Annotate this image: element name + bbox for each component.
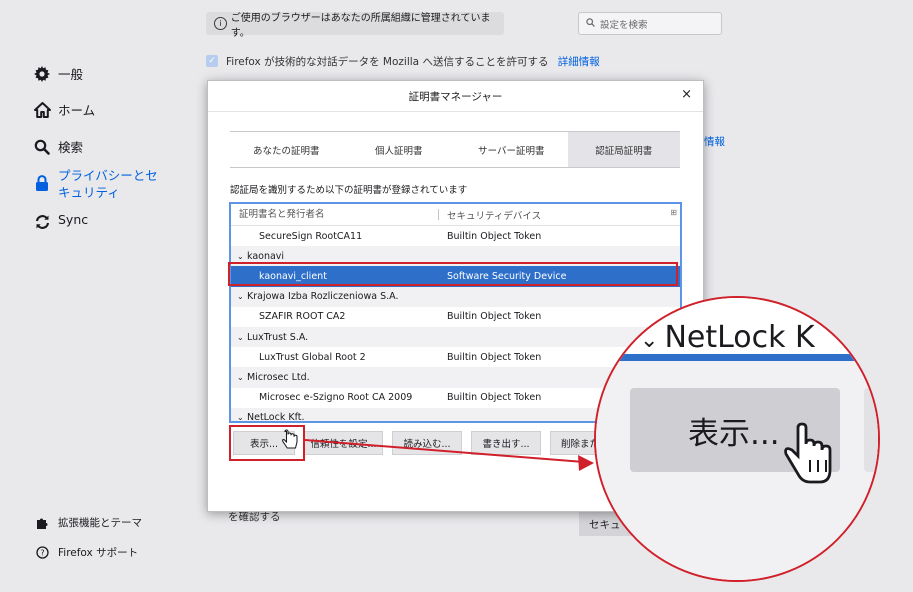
tree-row-device: Builtin Object Token bbox=[447, 230, 542, 242]
chevron-down-icon: ⌄ bbox=[640, 328, 659, 353]
chevron-down-icon[interactable]: ⌄ bbox=[237, 373, 247, 382]
sidebar-item-label: Sync bbox=[58, 212, 89, 227]
column-picker-icon[interactable]: ⊞ bbox=[670, 208, 677, 217]
home-icon bbox=[32, 100, 52, 120]
sidebar-item-label: 検索 bbox=[58, 140, 84, 155]
tree-header: 証明書名と発行者名 セキュリティデバイス ⊞ bbox=[231, 204, 680, 226]
dialog-description: 認証局を識別するため以下の証明書が登録されています bbox=[230, 185, 468, 196]
sidebar-footer-label: 拡張機能とテーマ bbox=[58, 517, 142, 529]
managed-notice-text: ご使用のブラウザーはあなたの所属組織に管理されています。 bbox=[230, 12, 491, 39]
sidebar-footer-label: Firefox サポート bbox=[58, 547, 139, 559]
lock-icon bbox=[32, 173, 52, 193]
managed-notice[interactable]: i ご使用のブラウザーはあなたの所属組織に管理されています。 bbox=[206, 12, 504, 39]
sidebar-item-search[interactable]: 検索 bbox=[32, 137, 83, 157]
edit-trust-button[interactable]: 信頼性を設定... bbox=[304, 431, 383, 455]
column-header-name[interactable]: 証明書名と発行者名 bbox=[231, 209, 439, 220]
sidebar-item-general[interactable]: 一般 bbox=[32, 64, 83, 84]
sidebar-item-privacy[interactable]: プライバシーとセキュリティ bbox=[32, 167, 172, 201]
zoom-lens: ⌄ NetLock K 表示... bbox=[594, 296, 880, 582]
preferences-sidebar: 一般 ホーム 検索 プライバシーとセキュリティ Sync 拡張機能とテーマ ? bbox=[0, 0, 205, 592]
background-info-link[interactable]: 情報 bbox=[704, 134, 725, 149]
tab-servers[interactable]: サーバー証明書 bbox=[455, 132, 568, 167]
tab-people[interactable]: 個人証明書 bbox=[343, 132, 456, 167]
gear-icon bbox=[32, 64, 52, 84]
telemetry-label: Firefox が技術的な対話データを Mozilla へ送信することを許可する… bbox=[226, 56, 600, 68]
tree-row[interactable]: kaonavi_client Software Security Device bbox=[231, 266, 680, 287]
zoom-selection-bar bbox=[596, 354, 878, 361]
chevron-down-icon[interactable]: ⌄ bbox=[237, 292, 247, 301]
tree-row-device: Builtin Object Token bbox=[447, 392, 542, 404]
help-icon: ? bbox=[35, 546, 49, 560]
search-icon bbox=[586, 17, 595, 30]
telemetry-learn-more-link[interactable]: 詳細情報 bbox=[558, 56, 600, 68]
chevron-down-icon[interactable]: ⌄ bbox=[237, 333, 247, 342]
chevron-down-icon[interactable]: ⌄ bbox=[237, 413, 247, 421]
tab-authorities[interactable]: 認証局証明書 bbox=[567, 132, 680, 167]
search-icon bbox=[32, 137, 52, 157]
tree-row-name: SZAFIR ROOT CA2 bbox=[259, 311, 346, 323]
zoom-group-label: ⌄ NetLock K bbox=[640, 320, 815, 355]
tree-row-name: LuxTrust Global Root 2 bbox=[259, 351, 366, 363]
puzzle-icon bbox=[35, 516, 49, 530]
sidebar-item-sync[interactable]: Sync bbox=[32, 212, 88, 232]
view-button[interactable]: 表示... bbox=[233, 431, 295, 455]
tree-row-device: Builtin Object Token bbox=[447, 351, 542, 363]
tab-your-certificates[interactable]: あなたの証明書 bbox=[230, 132, 343, 167]
search-placeholder: 設定を検索 bbox=[600, 19, 648, 31]
tree-row-device: Software Security Device bbox=[447, 270, 567, 282]
info-icon: i bbox=[214, 17, 227, 30]
sidebar-item-label: 一般 bbox=[58, 67, 84, 82]
chevron-down-icon[interactable]: ⌄ bbox=[237, 252, 247, 261]
sidebar-item-label: プライバシーとセキュリティ bbox=[58, 168, 158, 200]
hand-cursor-icon bbox=[784, 422, 832, 484]
tree-row-name: Krajowa Izba Rozliczeniowa S.A. bbox=[247, 291, 399, 303]
certificate-tabs: あなたの証明書 個人証明書 サーバー証明書 認証局証明書 bbox=[230, 131, 680, 168]
tree-row-name: SecureSign RootCA11 bbox=[259, 230, 363, 242]
tree-row-name: kaonavi_client bbox=[259, 270, 327, 282]
tree-row-name: Microsec Ltd. bbox=[247, 371, 310, 383]
export-button[interactable]: 書き出す... bbox=[471, 431, 541, 455]
telemetry-checkbox[interactable]: ✓ bbox=[206, 55, 218, 67]
tree-row-device: Builtin Object Token bbox=[447, 311, 542, 323]
tree-group-row[interactable]: ⌄ kaonavi bbox=[231, 246, 680, 267]
svg-text:?: ? bbox=[40, 549, 44, 558]
tree-row-name: NetLock Kft. bbox=[247, 412, 305, 423]
settings-search-input[interactable]: 設定を検索 bbox=[578, 12, 722, 35]
import-button[interactable]: 読み込む... bbox=[392, 431, 462, 455]
sidebar-item-addons[interactable]: 拡張機能とテーマ bbox=[35, 515, 142, 530]
sync-icon bbox=[32, 212, 52, 232]
close-icon[interactable]: × bbox=[681, 87, 692, 102]
column-header-device[interactable]: セキュリティデバイス bbox=[439, 208, 541, 222]
sidebar-item-home[interactable]: ホーム bbox=[32, 100, 95, 120]
sidebar-item-support[interactable]: ? Firefox サポート bbox=[35, 545, 138, 560]
sidebar-item-label: ホーム bbox=[58, 103, 96, 118]
tree-row[interactable]: SecureSign RootCA11 Builtin Object Token bbox=[231, 226, 680, 246]
dialog-title: 証明書マネージャー bbox=[208, 81, 703, 112]
tree-row-name: Microsec e-Szigno Root CA 2009 bbox=[259, 392, 413, 404]
zoom-next-button bbox=[864, 388, 878, 472]
tree-row-name: LuxTrust S.A. bbox=[247, 331, 309, 343]
tree-row-name: kaonavi bbox=[247, 250, 285, 262]
dialog-button-bar: 表示... 信頼性を設定... 読み込む... 書き出す... 削除また bbox=[233, 431, 620, 455]
